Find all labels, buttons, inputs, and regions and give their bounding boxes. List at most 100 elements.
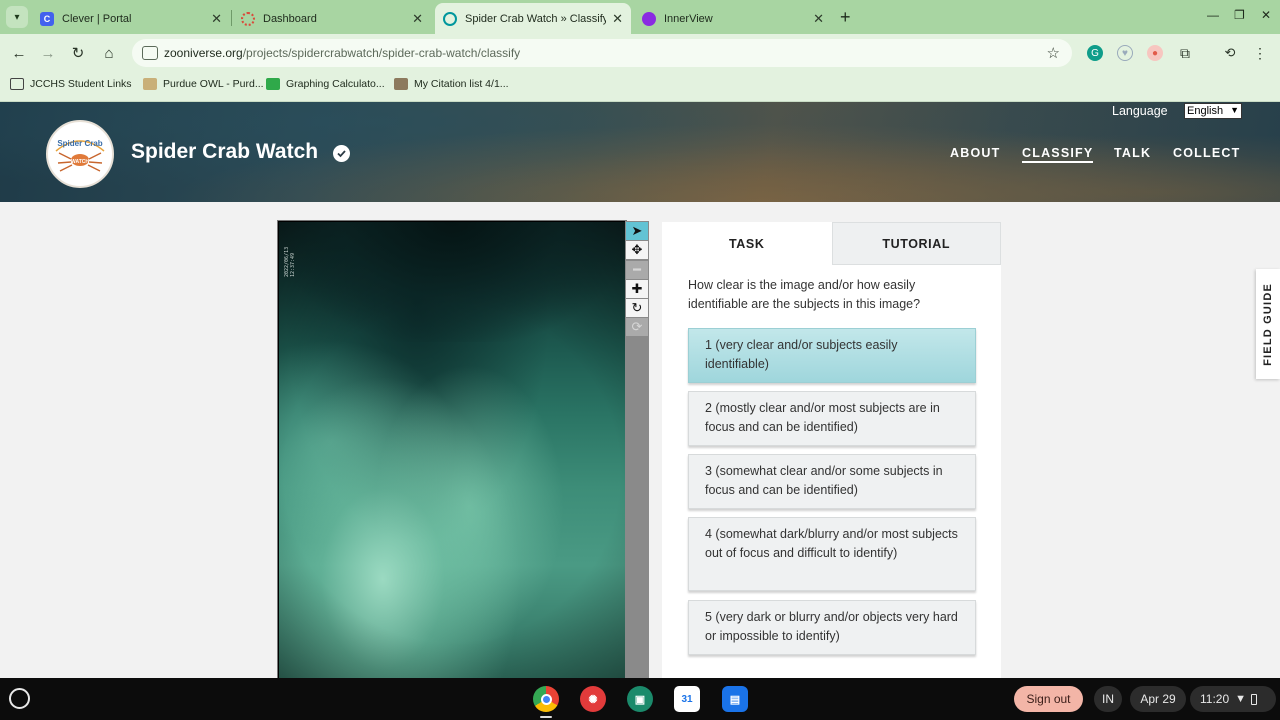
rotate-icon[interactable]: ↻ <box>626 299 648 317</box>
project-title[interactable]: Spider Crab Watch <box>131 140 318 164</box>
chevron-down-icon: ▼ <box>1230 105 1239 115</box>
record-extension-icon[interactable]: ● <box>1147 45 1163 61</box>
citation-icon <box>394 78 408 90</box>
innerview-favicon-icon <box>642 11 656 26</box>
task-panel: TASK TUTORIAL How clear is the image and… <box>662 222 1001 678</box>
bookmark-star-icon[interactable]: ☆ <box>1047 44 1060 62</box>
answer-option-4[interactable]: 4 (somewhat dark/blurry and/or most subj… <box>688 517 976 591</box>
wifi-icon: ▼ <box>1235 693 1247 705</box>
folder-icon <box>10 78 24 90</box>
close-icon[interactable]: ✕ <box>211 11 222 27</box>
minimize-icon[interactable]: — <box>1207 8 1219 22</box>
browser-tab-strip: ▾ C Clever | Portal ✕ Dashboard ✕ Spider… <box>0 0 1280 34</box>
tab-task[interactable]: TASK <box>662 222 832 265</box>
field-guide-label: FIELD GUIDE <box>1262 282 1274 366</box>
bookmark-jcchs[interactable]: JCCHS Student Links <box>10 78 132 90</box>
forward-icon[interactable]: → <box>37 42 59 64</box>
address-bar[interactable]: zooniverse.org/projects/spidercrabwatch/… <box>132 39 1072 67</box>
restore-icon[interactable]: ❐ <box>1234 8 1245 22</box>
dashboard-favicon-icon <box>241 11 255 26</box>
zooniverse-favicon-icon <box>443 11 457 26</box>
logo-text-bottom: WATCH <box>71 159 89 165</box>
calendar-icon[interactable]: 31 <box>674 686 700 712</box>
browser-toolbar: ← → ↻ ⌂ zooniverse.org/projects/spidercr… <box>0 34 1280 72</box>
bookmark-label: My Citation list 4/1... <box>414 78 509 90</box>
tab-title: InnerView <box>664 12 713 25</box>
field-guide-tab[interactable]: FIELD GUIDE <box>1256 269 1280 379</box>
desmos-icon <box>266 78 280 90</box>
chrome-icon[interactable] <box>533 686 559 712</box>
subject-image[interactable] <box>279 222 625 679</box>
bookmark-graphing-calculator[interactable]: Graphing Calculato... <box>266 78 385 90</box>
input-method-indicator[interactable]: IN <box>1094 686 1122 712</box>
language-value: English <box>1187 105 1224 117</box>
running-indicator <box>540 716 552 718</box>
menu-kebab-icon[interactable]: ⋮ <box>1252 45 1268 61</box>
os-shelf: ✺ ▣ 31 ▤ Sign out IN Apr 29 11:20 ▼ <box>0 678 1280 720</box>
new-tab-icon[interactable]: + <box>840 7 851 28</box>
bookmark-label: Graphing Calculato... <box>286 78 385 90</box>
url-host: zooniverse.org <box>164 46 243 60</box>
pan-icon[interactable]: ✥ <box>626 241 648 259</box>
zoom-out-icon[interactable]: ━ <box>626 261 648 279</box>
language-select[interactable]: English ▼ <box>1184 103 1242 119</box>
tab-tutorial[interactable]: TUTORIAL <box>831 222 1001 265</box>
files-icon[interactable]: ▤ <box>722 686 748 712</box>
tab-search-button[interactable]: ▾ <box>6 6 28 28</box>
nav-talk[interactable]: TALK <box>1114 146 1151 160</box>
nav-classify[interactable]: CLASSIFY <box>1022 146 1094 163</box>
nav-about[interactable]: ABOUT <box>950 146 1000 160</box>
answer-option-1[interactable]: 1 (very clear and/or subjects easily ide… <box>688 328 976 383</box>
answer-option-3[interactable]: 3 (somewhat clear and/or some subjects i… <box>688 454 976 509</box>
zoom-in-icon[interactable]: ✚ <box>626 280 648 298</box>
launcher-icon[interactable] <box>9 688 30 709</box>
language-label: Language <box>1112 104 1168 118</box>
profile-sync-icon[interactable]: ⟲ <box>1222 45 1238 61</box>
crab-logo-icon: Spider Crab WATCH <box>55 139 105 172</box>
bookmark-purdue-owl[interactable]: Purdue OWL - Purd... <box>143 78 264 90</box>
shield-extension-icon[interactable]: ♥ <box>1117 45 1133 61</box>
chevron-down-icon: ▾ <box>14 11 20 23</box>
tab-separator <box>231 10 232 26</box>
site-info-icon[interactable] <box>142 46 158 60</box>
classroom-icon[interactable]: ▣ <box>627 686 653 712</box>
reset-icon[interactable]: ⟳ <box>626 318 648 336</box>
bookmark-label: Purdue OWL - Purd... <box>163 78 264 90</box>
pointer-icon[interactable]: ➤ <box>626 222 648 240</box>
canvas-icon[interactable]: ✺ <box>580 686 606 712</box>
status-tray[interactable]: 11:20 ▼ <box>1190 686 1276 712</box>
task-tabs: TASK TUTORIAL <box>662 222 1001 265</box>
back-icon[interactable]: ← <box>8 42 30 64</box>
close-icon[interactable]: ✕ <box>412 11 423 27</box>
tab-title: Dashboard <box>263 12 317 25</box>
bookmark-label: JCCHS Student Links <box>30 78 132 90</box>
close-window-icon[interactable]: ✕ <box>1261 8 1271 22</box>
reload-icon[interactable]: ↻ <box>67 42 89 64</box>
extensions-puzzle-icon[interactable]: ⧉ <box>1177 45 1193 61</box>
browser-tab-clever[interactable]: C Clever | Portal ✕ <box>32 3 230 34</box>
bookmarks-bar: JCCHS Student Links Purdue OWL - Purd...… <box>0 72 1280 102</box>
grammarly-extension-icon[interactable]: G <box>1087 45 1103 61</box>
close-icon[interactable]: ✕ <box>612 11 623 27</box>
tab-title: Clever | Portal <box>62 12 132 25</box>
home-icon[interactable]: ⌂ <box>98 42 120 64</box>
project-header: Spider Crab WATCH Spider Crab Watch Lang… <box>0 102 1280 202</box>
browser-tab-innerview[interactable]: InnerView ✕ <box>634 3 832 34</box>
task-question: How clear is the image and/or how easily… <box>688 278 921 311</box>
url-path: /projects/spidercrabwatch/spider-crab-wa… <box>242 46 521 60</box>
clock-time: 11:20 <box>1200 692 1230 706</box>
project-logo[interactable]: Spider Crab WATCH <box>46 120 114 188</box>
image-toolbar: ➤ ✥ ━ ✚ ↻ ⟳ <box>625 221 649 679</box>
answer-option-2[interactable]: 2 (mostly clear and/or most subjects are… <box>688 391 976 446</box>
verified-badge-icon <box>333 145 350 162</box>
date-tray[interactable]: Apr 29 <box>1130 686 1186 712</box>
bookmark-citation-list[interactable]: My Citation list 4/1... <box>394 78 509 90</box>
nav-collect[interactable]: COLLECT <box>1173 146 1240 160</box>
close-icon[interactable]: ✕ <box>813 11 824 27</box>
answer-option-5[interactable]: 5 (very dark or blurry and/or objects ve… <box>688 600 976 655</box>
subject-viewer[interactable] <box>277 220 627 680</box>
clever-favicon-icon: C <box>40 11 54 26</box>
sign-out-button[interactable]: Sign out <box>1014 686 1083 712</box>
browser-tab-spider-crab-watch[interactable]: Spider Crab Watch » Classify – ✕ <box>435 3 631 34</box>
browser-tab-dashboard[interactable]: Dashboard ✕ <box>233 3 431 34</box>
